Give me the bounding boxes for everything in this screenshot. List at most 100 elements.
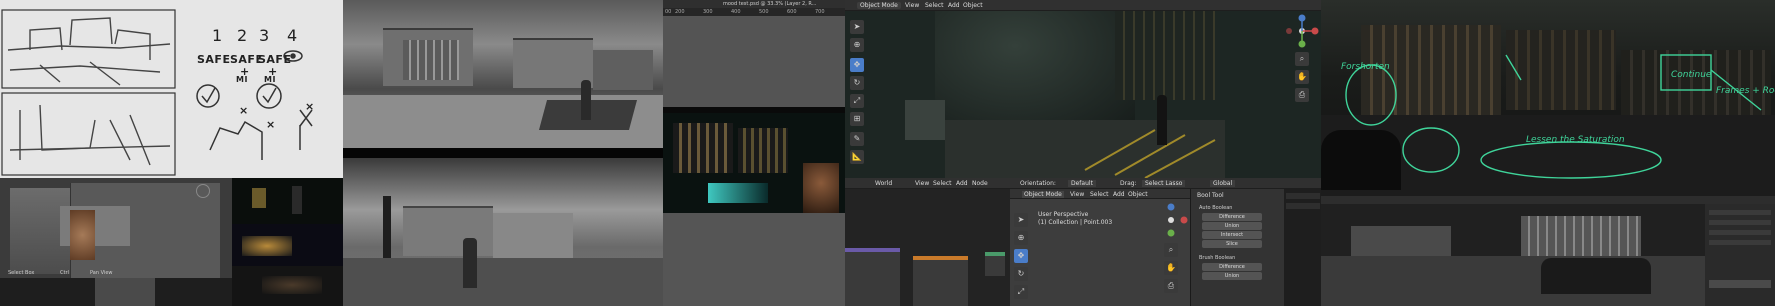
- viewport2-menu-object[interactable]: Object: [1128, 191, 1148, 198]
- road-markings: [1084, 129, 1216, 178]
- bool-tool-panel: Bool Tool Auto Boolean Difference Union …: [1190, 189, 1321, 306]
- annotation-strokes: [1345, 54, 1762, 179]
- auto-slice-button[interactable]: Slice: [1202, 240, 1262, 248]
- orientation-dropdown[interactable]: Default: [1068, 180, 1096, 187]
- move-tool-icon-2[interactable]: ✥: [1014, 249, 1028, 263]
- object-mode-dropdown-2[interactable]: Object Mode: [1022, 191, 1064, 198]
- menu-select[interactable]: Select: [925, 2, 944, 9]
- status-select-box: Select Box: [8, 270, 35, 276]
- drag-dropdown[interactable]: Select Lasso: [1142, 180, 1186, 187]
- output-node[interactable]: [985, 252, 1005, 276]
- status-pan-view: Pan View: [90, 270, 113, 276]
- step-number-4: 4: [287, 26, 298, 45]
- step-number-3: 3: [259, 26, 270, 45]
- tool-settings-header: Orientation: Default Drag: Select Lasso …: [1010, 178, 1321, 189]
- note-lessen-saturation: Lessen the Saturation: [1526, 135, 1625, 145]
- rotate-tool-icon-2[interactable]: ↻: [1014, 267, 1028, 281]
- menu-view[interactable]: View: [905, 2, 919, 9]
- node-menu-add[interactable]: Add: [956, 180, 968, 187]
- annotate-tool-icon[interactable]: ✎: [850, 132, 864, 146]
- transform-orientation-dropdown[interactable]: Global: [1210, 180, 1236, 187]
- outliner-strip[interactable]: [1284, 189, 1321, 306]
- navigation-gizmo-icon-2[interactable]: [1154, 203, 1188, 237]
- menu-add[interactable]: Add: [948, 2, 960, 9]
- auto-boolean-label: Auto Boolean: [1199, 205, 1233, 211]
- object-mode-dropdown[interactable]: Object Mode: [857, 2, 901, 9]
- night-render-thumb-1: [232, 178, 343, 224]
- sketch-sub-note-1: MI: [236, 75, 248, 84]
- reference-thumbnails-panel: Select Box Ctrl Pan View: [0, 178, 343, 306]
- cursor-tool-icon[interactable]: ⊕: [850, 38, 864, 52]
- auto-intersect-button[interactable]: Intersect: [1202, 231, 1262, 239]
- select-tool-icon-2[interactable]: ➤: [1014, 213, 1028, 227]
- navigation-gizmo-icon[interactable]: [196, 184, 210, 198]
- zoom-icon-2[interactable]: ⌕: [1164, 243, 1178, 257]
- node-menu-select[interactable]: Select: [933, 180, 952, 187]
- shader-node-editor[interactable]: World View Select Add Node: [845, 178, 1010, 306]
- sketch-cross-1: ×: [239, 104, 249, 117]
- rotate-tool-icon[interactable]: ↻: [850, 76, 864, 90]
- camera-icon[interactable]: ⎙: [1295, 88, 1309, 102]
- horizontal-ruler[interactable]: 00 200 300 400 500 600 700: [663, 8, 845, 17]
- measure-tool-icon[interactable]: 📐: [850, 150, 864, 164]
- move-tool-icon[interactable]: ✥: [850, 58, 864, 72]
- pan-hand-icon[interactable]: ✋: [1295, 70, 1309, 84]
- node-menu-node[interactable]: Node: [972, 180, 988, 187]
- paintover-panel: Forshorten Continue Frames + Roofs Lesse…: [1321, 0, 1775, 306]
- viewport2-menu-add[interactable]: Add: [1113, 191, 1125, 198]
- auto-difference-button[interactable]: Difference: [1202, 213, 1262, 221]
- brush-union-button[interactable]: Union: [1202, 272, 1262, 280]
- ruler-tick-3: 300: [703, 9, 713, 15]
- brush-boolean-label: Brush Boolean: [1199, 255, 1236, 261]
- blender-window: Object Mode View Select Add Object ➤ ⊕ ✥…: [845, 0, 1321, 306]
- van: [1541, 258, 1651, 294]
- step-number-2: 2: [237, 26, 248, 45]
- viewport2-menu-view[interactable]: View: [1070, 191, 1084, 198]
- portrait-face: [803, 163, 839, 213]
- photoshop-window: mood test.psd @ 33.3% (Layer 2, R... 00 …: [663, 0, 845, 306]
- bool-tool-title[interactable]: Bool Tool: [1197, 192, 1224, 199]
- viewport-render[interactable]: [845, 0, 1321, 178]
- ruler-tick-1: 00: [665, 9, 672, 15]
- scale-tool-icon[interactable]: ⤢: [850, 94, 864, 108]
- ruler-tick-4: 400: [731, 9, 741, 15]
- camera-icon-2[interactable]: ⎙: [1164, 279, 1178, 293]
- brush-difference-button[interactable]: Difference: [1202, 263, 1262, 271]
- sketch-panel: 1 2 3 4 SAFE SAFE SAFE + + MI MI × × ×: [0, 0, 343, 178]
- blender-greyscale-render: [1321, 196, 1775, 306]
- ruler-tick-6: 600: [787, 9, 797, 15]
- properties-panel[interactable]: [1705, 204, 1775, 306]
- render-header: [1321, 196, 1775, 204]
- world-dropdown[interactable]: World: [875, 180, 892, 187]
- view-title: User Perspective: [1038, 211, 1089, 218]
- menu-object[interactable]: Object: [963, 2, 983, 9]
- canvas-image[interactable]: [663, 113, 845, 213]
- photo-study-2: [343, 158, 663, 306]
- view-subtitle: (1) Collection | Point.003: [1038, 219, 1113, 226]
- crouching-figure: [70, 210, 95, 260]
- viewport-header: Object Mode View Select Add Object: [845, 0, 1321, 11]
- pan-hand-icon-2[interactable]: ✋: [1164, 261, 1178, 275]
- sketch-cross-2: ×: [266, 118, 276, 131]
- ruler-tick-7: 700: [815, 9, 825, 15]
- zoom-icon[interactable]: ⌕: [1295, 52, 1309, 66]
- sketch-note-safe-1: SAFE: [197, 53, 231, 66]
- purple-node[interactable]: [845, 248, 900, 306]
- node-menu-view[interactable]: View: [915, 180, 929, 187]
- viewport-solid[interactable]: Object Mode View Select Add Object User …: [1010, 189, 1190, 306]
- document-tab[interactable]: mood test.psd @ 33.3% (Layer 2, R...: [663, 0, 845, 8]
- cursor-tool-icon-2[interactable]: ⊕: [1014, 231, 1028, 245]
- orange-node[interactable]: [913, 256, 968, 306]
- canvas-pasteboard-bottom[interactable]: [663, 213, 845, 306]
- canvas-pasteboard[interactable]: [663, 17, 845, 107]
- standing-figure: [1157, 95, 1167, 145]
- select-tool-icon[interactable]: ➤: [850, 20, 864, 34]
- auto-union-button[interactable]: Union: [1202, 222, 1262, 230]
- night-render-thumb-3: [232, 266, 343, 306]
- viewport2-menu-select[interactable]: Select: [1090, 191, 1109, 198]
- scale-tool-icon-2[interactable]: ⤢: [1014, 285, 1028, 299]
- node-editor-header: World View Select Add Node: [845, 178, 1010, 189]
- navigation-gizmo-icon[interactable]: [1285, 14, 1319, 48]
- transform-tool-icon[interactable]: ⊞: [850, 112, 864, 126]
- blender-viewport-thumb: Select Box Ctrl Pan View: [0, 178, 232, 306]
